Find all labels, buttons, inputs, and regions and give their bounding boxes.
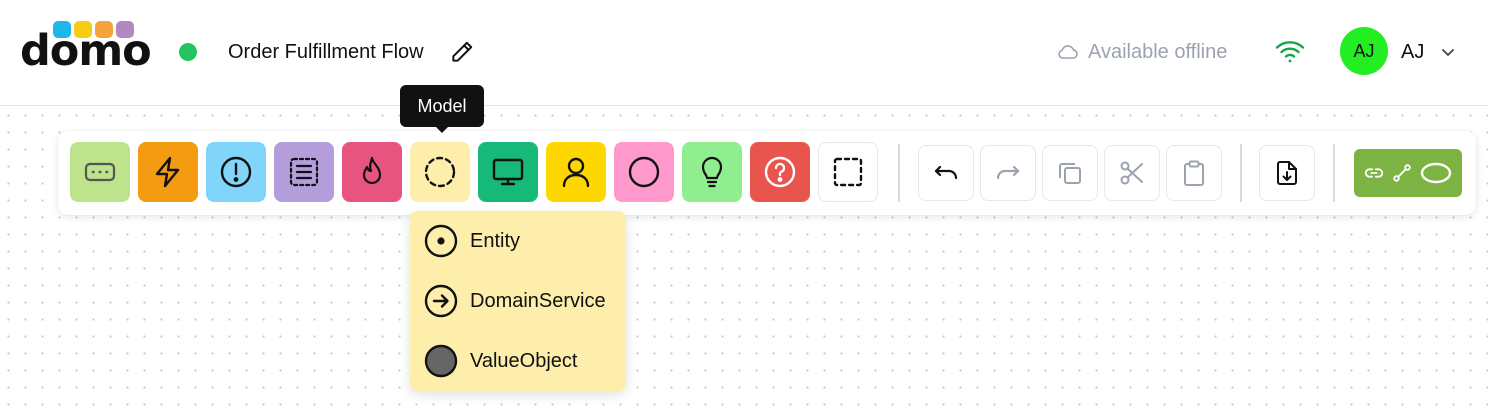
undo-button[interactable] (918, 145, 974, 201)
cut-button[interactable] (1104, 145, 1160, 201)
toolbar-divider (898, 144, 900, 202)
domo-logo[interactable]: domo (20, 20, 152, 80)
edit-title-button[interactable] (448, 38, 476, 66)
paste-button[interactable] (1166, 145, 1222, 201)
ui-tool[interactable] (478, 142, 538, 202)
idea-tool[interactable] (682, 142, 742, 202)
actor-tool[interactable] (546, 142, 606, 202)
flame-icon (362, 156, 382, 185)
toolbar-divider (1240, 144, 1242, 202)
connector-tools[interactable] (1354, 149, 1462, 197)
clipboard-icon (1184, 160, 1204, 186)
model-dropdown: Entity DomainService ValueObject (410, 211, 626, 391)
connection-status-dot (179, 43, 197, 61)
dropdown-item-entity[interactable]: Entity (424, 221, 520, 261)
tooltip-label: Model (417, 95, 467, 116)
copy-icon (1059, 163, 1081, 184)
undo-icon (934, 165, 958, 180)
text-box-tool[interactable] (70, 142, 130, 202)
model-tooltip: Model (400, 85, 484, 133)
logo-text: domo (20, 26, 152, 76)
chevron-down-icon[interactable] (1438, 42, 1458, 62)
avatar-initials: AJ (1353, 40, 1375, 61)
arrow-circle-icon (424, 284, 458, 318)
cloud-icon (1058, 45, 1078, 59)
flow-title: Order Fulfillment Flow (228, 41, 424, 63)
dropdown-item-valueobject[interactable]: ValueObject (424, 341, 577, 381)
wifi-icon (1275, 41, 1305, 63)
warning-tool[interactable] (206, 142, 266, 202)
connector-line-icon[interactable] (1391, 162, 1413, 184)
lightbulb-icon (701, 156, 723, 188)
link-icon[interactable] (1363, 162, 1385, 184)
event-tool[interactable] (138, 142, 198, 202)
circle-icon (628, 156, 660, 188)
model-tool[interactable] (410, 142, 470, 202)
redo-icon (996, 165, 1020, 180)
aggregate-tool[interactable] (614, 142, 674, 202)
dropdown-item-label: ValueObject (470, 349, 578, 372)
copy-button[interactable] (1042, 145, 1098, 201)
question-circle-icon (764, 156, 796, 188)
user-avatar[interactable]: AJ (1340, 27, 1388, 75)
dots-box-icon (84, 162, 116, 182)
user-icon (562, 157, 590, 188)
exclamation-circle-icon (220, 156, 252, 188)
offline-status: Available offline (1056, 40, 1227, 64)
file-download-icon (1277, 161, 1297, 185)
user-name[interactable]: AJ (1401, 41, 1424, 64)
dropdown-item-domainservice[interactable]: DomainService (424, 281, 606, 321)
list-tool[interactable] (274, 142, 334, 202)
hotspot-tool[interactable] (342, 142, 402, 202)
ellipse-icon[interactable] (1419, 161, 1453, 185)
monitor-icon (492, 158, 524, 186)
toolbar-divider (1333, 144, 1335, 202)
pencil-icon (452, 41, 473, 62)
scissors-icon (1120, 161, 1143, 185)
redo-button[interactable] (980, 145, 1036, 201)
list-box-icon (289, 157, 319, 187)
filled-circle-icon (424, 344, 458, 378)
dropdown-item-label: Entity (470, 229, 521, 252)
dropdown-item-label: DomainService (470, 289, 606, 312)
lightning-icon (155, 156, 180, 188)
dashed-square-icon (833, 157, 863, 187)
dot-circle-icon (424, 224, 458, 258)
dashed-circle-icon (424, 156, 456, 188)
offline-label: Available offline (1088, 40, 1228, 63)
export-button[interactable] (1259, 145, 1315, 201)
app-header: domo Order Fulfillment Flow Available of… (0, 0, 1488, 106)
question-tool[interactable] (750, 142, 810, 202)
boundary-tool[interactable] (818, 142, 878, 202)
